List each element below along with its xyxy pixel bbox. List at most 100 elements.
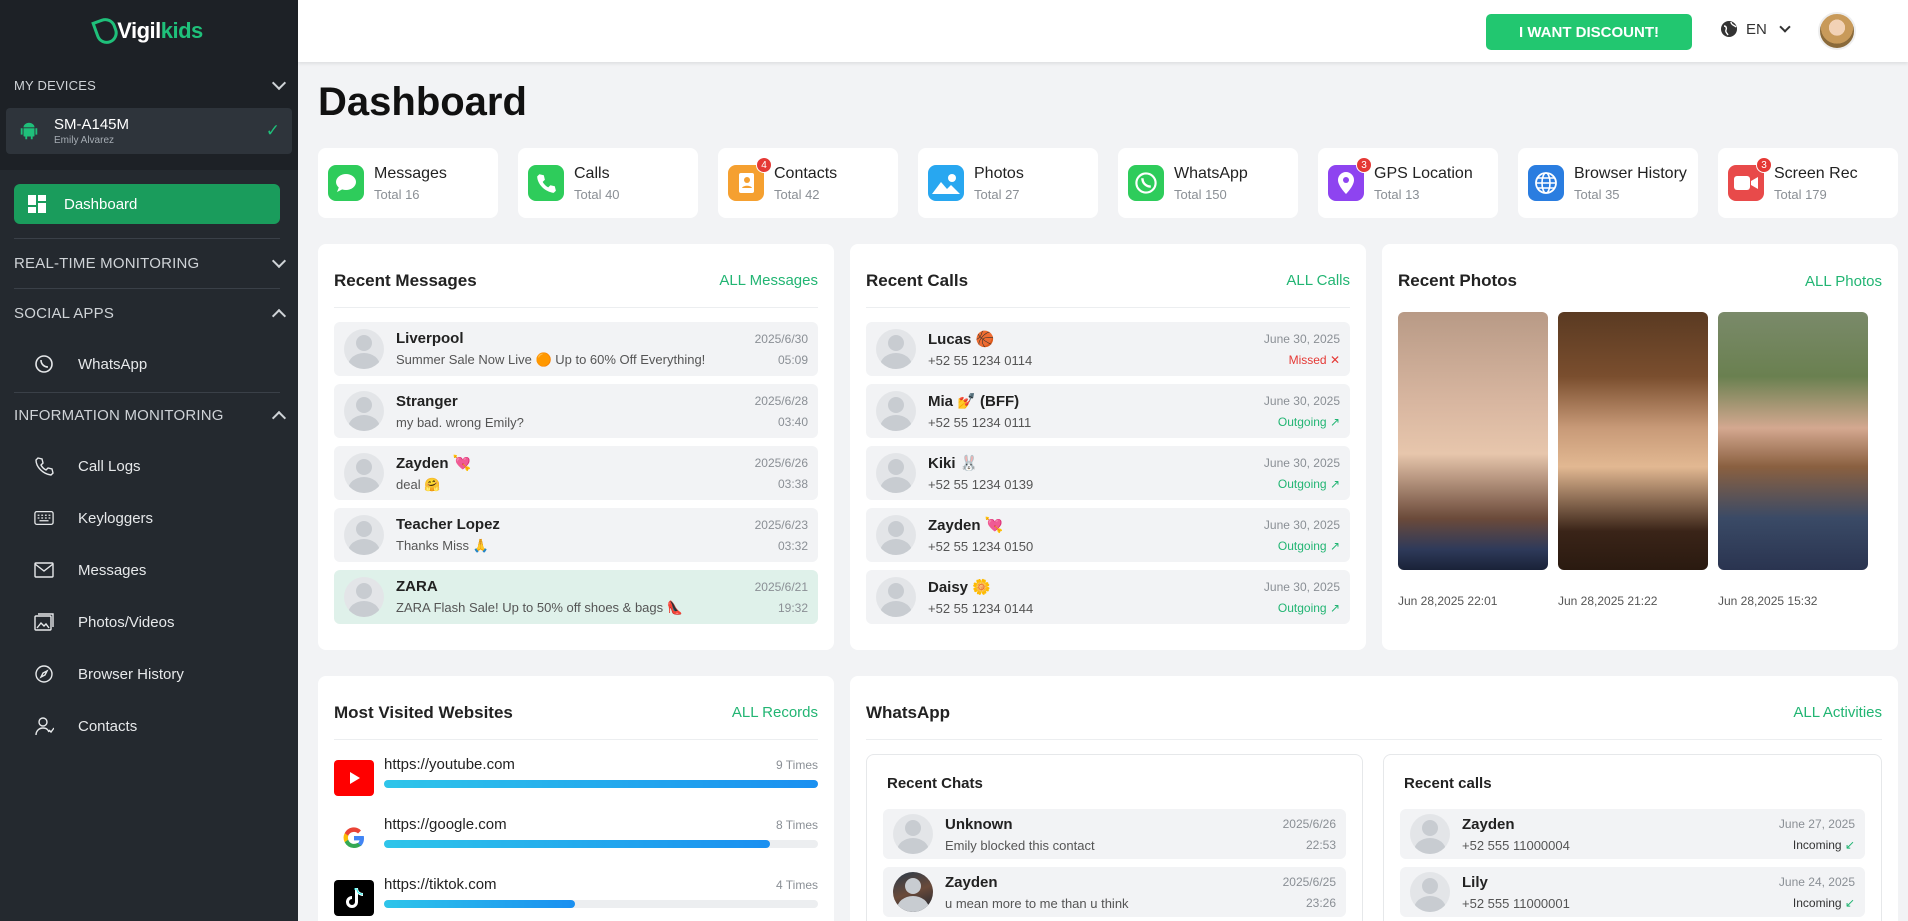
all-calls-link[interactable]: ALL Calls <box>1286 272 1350 289</box>
all-photos-link[interactable]: ALL Photos <box>1805 273 1882 290</box>
photo-thumbnail[interactable] <box>1718 312 1868 570</box>
website-row[interactable]: https://youtube.com 9 Times <box>334 756 818 800</box>
website-url: https://google.com <box>384 816 507 833</box>
card-header: Recent Calls ALL Calls <box>866 264 1350 308</box>
call-date: June 24, 2025 <box>1778 874 1855 889</box>
contact-name: Unknown <box>945 815 1013 833</box>
globe-icon <box>1528 165 1564 201</box>
message-time: 05:09 <box>777 352 808 367</box>
missed-call-icon: ✕ <box>1329 352 1340 367</box>
device-selector[interactable]: SM-A145M Emily Alvarez ✓ <box>6 108 292 154</box>
call-row[interactable]: Kiki 🐰 +52 55 1234 0139 June 30, 2025 Outg… <box>866 446 1350 500</box>
stat-card-contacts[interactable]: 4 Contacts Total 42 <box>718 148 898 218</box>
call-row[interactable]: Lucas 🏀 +52 55 1234 0114 June 30, 2025 Mis… <box>866 322 1350 376</box>
contact-name: Daisy 🌼 <box>928 579 991 596</box>
brand-name-a: Vigil <box>117 18 161 43</box>
discount-button[interactable]: I WANT DISCOUNT! <box>1486 14 1692 50</box>
tiktok-icon <box>334 880 374 916</box>
device-name: SM-A145M <box>54 116 130 133</box>
call-status: Outgoing <box>1277 600 1327 615</box>
sidebar: Vigilkids MY DEVICES SM-A145M Emily Alva… <box>0 0 298 921</box>
visit-count: 9 Times <box>775 758 818 772</box>
stat-card-messages[interactable]: Messages Total 16 <box>318 148 498 218</box>
stat-card-screen-rec[interactable]: 3 Screen Rec Total 179 <box>1718 148 1898 218</box>
call-date: June 30, 2025 <box>1263 579 1340 594</box>
website-row[interactable]: https://google.com 8 Times <box>334 816 818 860</box>
photo-caption: Jun 28,2025 15:32 <box>1718 594 1818 608</box>
language-selector[interactable]: EN <box>1720 20 1791 38</box>
message-time: 19:32 <box>777 600 808 615</box>
call-row[interactable]: Zayden 💘 +52 55 1234 0150 June 30, 2025 Ou… <box>866 508 1350 562</box>
contact-name: Kiki 🐰 <box>928 455 979 472</box>
photo-thumbnail[interactable] <box>1558 312 1708 570</box>
call-row[interactable]: Lily +52 555 11000001 June 24, 2025 Incomi… <box>1400 867 1865 917</box>
stat-card-gps-location[interactable]: 3 GPS Location Total 13 <box>1318 148 1498 218</box>
message-time: 03:32 <box>777 538 808 553</box>
message-date: 2025/6/28 <box>754 393 808 408</box>
sidebar-item-photos-videos[interactable]: Photos/Videos <box>0 602 298 642</box>
message-row[interactable]: Liverpool Summer Sale Now Live 🟠 Up to 60… <box>334 322 818 376</box>
call-status: Outgoing <box>1277 538 1327 553</box>
compass-icon <box>34 664 54 684</box>
card-title: WhatsApp <box>866 702 951 722</box>
call-row[interactable]: Mia 💅 (BFF) +52 55 1234 0111 June 30, 202… <box>866 384 1350 438</box>
stat-card-photos[interactable]: Photos Total 27 <box>918 148 1098 218</box>
section-label: SOCIAL APPS <box>14 304 115 322</box>
stat-card-whatsapp[interactable]: WhatsApp Total 150 <box>1118 148 1298 218</box>
top-bar: I WANT DISCOUNT! EN <box>298 0 1908 62</box>
message-row[interactable]: Zayden 💘 deal 🤗 2025/6/26 03:38 <box>334 446 818 500</box>
stat-card-calls[interactable]: Calls Total 40 <box>518 148 698 218</box>
message-preview: Emily blocked this contact <box>945 837 1095 853</box>
whatsapp-icon <box>1128 165 1164 201</box>
section-information-monitoring[interactable]: INFORMATION MONITORING <box>0 392 298 438</box>
call-status: Incoming <box>1792 895 1842 910</box>
sidebar-item-contacts[interactable]: Contacts <box>0 706 298 746</box>
chat-row[interactable]: Zayden u mean more to me than u think 202… <box>883 867 1346 917</box>
sidebar-item-messages[interactable]: Messages <box>0 550 298 590</box>
message-date: 2025/6/26 <box>754 455 808 470</box>
all-activities-link[interactable]: ALL Activities <box>1793 704 1882 721</box>
language-label: EN <box>1746 20 1767 38</box>
contact-name: Teacher Lopez <box>396 516 500 533</box>
card-title: Recent Calls <box>866 270 969 290</box>
image-icon <box>34 612 54 632</box>
phone-number: +52 55 1234 0114 <box>928 353 1033 368</box>
card-header: Recent Photos ALL Photos <box>1398 264 1882 308</box>
sidebar-item-dashboard[interactable]: Dashboard <box>14 184 280 224</box>
section-label: INFORMATION MONITORING <box>14 406 224 424</box>
chat-row[interactable]: Unknown Emily blocked this contact 2025/6… <box>883 809 1346 859</box>
user-avatar[interactable] <box>1818 12 1856 50</box>
all-records-link[interactable]: ALL Records <box>732 704 818 721</box>
visit-bar-fill <box>384 900 575 908</box>
avatar <box>876 391 916 431</box>
my-devices-header[interactable]: MY DEVICES <box>0 62 298 108</box>
globe-icon <box>1721 21 1737 37</box>
panel-title: Recent Chats <box>887 775 983 792</box>
website-row[interactable]: https://tiktok.com 4 Times <box>334 876 818 920</box>
all-messages-link[interactable]: ALL Messages <box>719 272 818 289</box>
call-row[interactable]: Zayden +52 555 11000004 June 27, 2025 Inco… <box>1400 809 1865 859</box>
call-date: June 30, 2025 <box>1263 455 1340 470</box>
call-status: Outgoing <box>1277 476 1327 491</box>
message-row[interactable]: Stranger my bad. wrong Emily? 2025/6/28 03… <box>334 384 818 438</box>
website-url: https://tiktok.com <box>384 876 497 893</box>
message-row[interactable]: Teacher Lopez Thanks Miss 🙏 2025/6/23 03:3… <box>334 508 818 562</box>
chevron-down-icon <box>271 75 287 90</box>
sidebar-item-browser-history[interactable]: Browser History <box>0 654 298 694</box>
message-date: 2025/6/25 <box>1282 874 1336 889</box>
visit-count: 4 Times <box>775 878 818 892</box>
stat-card-browser-history[interactable]: Browser History Total 35 <box>1518 148 1698 218</box>
logo[interactable]: Vigilkids <box>0 0 298 62</box>
section-realtime[interactable]: REAL-TIME MONITORING <box>0 240 298 286</box>
sidebar-item-call-logs[interactable]: Call Logs <box>0 446 298 486</box>
sidebar-item-keyloggers[interactable]: Keyloggers <box>0 498 298 538</box>
sidebar-item-whatsapp[interactable]: WhatsApp <box>0 344 298 384</box>
notification-badge: 3 <box>1356 157 1372 173</box>
message-row[interactable]: ZARA ZARA Flash Sale! Up to 50% off shoes… <box>334 570 818 624</box>
section-social-apps[interactable]: SOCIAL APPS <box>0 290 298 336</box>
whatsapp-card: WhatsApp ALL Activities Recent Chats Unk… <box>850 676 1898 921</box>
user-icon <box>34 716 54 736</box>
photo-thumbnail[interactable] <box>1398 312 1548 570</box>
stat-total: Total 150 <box>1174 186 1227 202</box>
call-row[interactable]: Daisy 🌼 +52 55 1234 0144 June 30, 2025 Out… <box>866 570 1350 624</box>
